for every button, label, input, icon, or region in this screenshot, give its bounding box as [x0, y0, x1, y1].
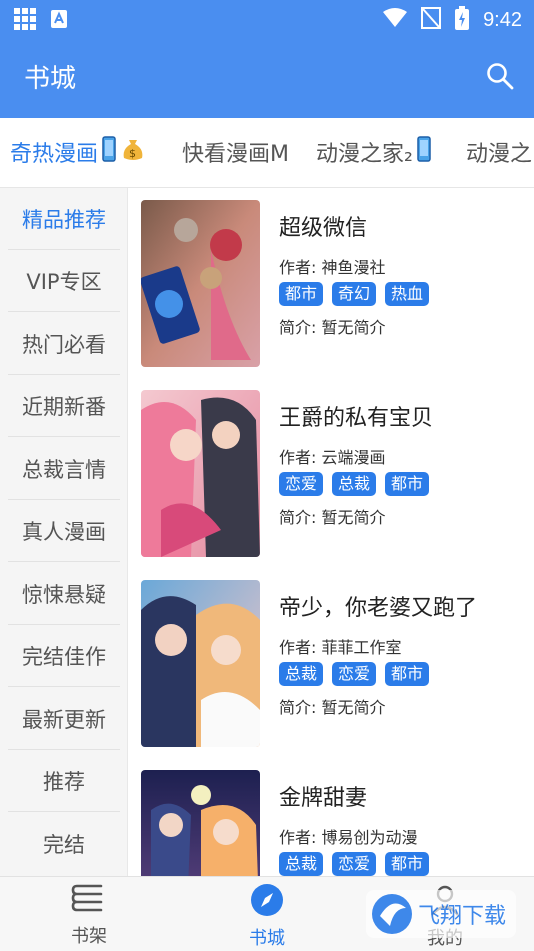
sidebar-item-live-action[interactable]: 真人漫画	[8, 500, 120, 562]
book-author: 作者: 菲菲工作室	[279, 638, 402, 657]
svg-text:$: $	[129, 147, 136, 160]
phone-icon	[417, 136, 431, 168]
tag-badge[interactable]: 都市	[279, 282, 324, 306]
sidebar-item-thriller[interactable]: 惊悚悬疑	[8, 563, 120, 625]
tag-badge[interactable]: 总裁	[279, 662, 324, 686]
book-tags: 总裁 恋爱 都市	[279, 662, 430, 686]
status-bar: 9:42	[0, 0, 534, 38]
book-intro: 简介: 暂无简介	[279, 698, 386, 717]
status-time: 9:42	[483, 8, 522, 31]
book-title: 超级微信	[279, 216, 368, 241]
book-cover[interactable]	[141, 580, 260, 747]
compass-icon	[250, 883, 284, 922]
nav-bookshelf[interactable]: 书架	[39, 883, 139, 948]
tag-badge[interactable]: 恋爱	[279, 472, 324, 496]
sidebar-item-hot[interactable]: 热门必看	[8, 313, 120, 375]
wifi-icon	[383, 8, 408, 32]
category-sidebar: 精品推荐 VIP专区 热门必看 近期新番 总裁言情 真人漫画 惊悚悬疑 完结佳作…	[0, 188, 128, 876]
sidebar-item-new-releases[interactable]: 近期新番	[8, 375, 120, 437]
tab-kuaikan-manhua[interactable]: 快看漫画M	[182, 136, 289, 168]
book-cover[interactable]	[141, 200, 260, 367]
book-cover[interactable]	[141, 390, 260, 557]
book-tags: 总裁 恋爱 都市	[279, 852, 430, 876]
tag-badge[interactable]: 总裁	[279, 852, 324, 876]
tag-badge[interactable]: 恋爱	[332, 662, 377, 686]
battery-charging-icon	[455, 6, 470, 34]
sidebar-item-featured[interactable]: 精品推荐	[8, 188, 120, 250]
tag-badge[interactable]: 都市	[385, 662, 430, 686]
book-author: 作者: 云端漫画	[279, 448, 386, 467]
book-title: 帝少，你老婆又跑了	[279, 596, 478, 621]
book-card[interactable]: 帝少，你老婆又跑了 作者: 菲菲工作室 总裁 恋爱 都市 简介: 暂无简介	[129, 568, 534, 758]
phone-icon	[102, 136, 116, 168]
tab-dongman-zhi-partial[interactable]: 动漫之	[466, 136, 532, 168]
money-bag-icon: $	[120, 136, 146, 168]
book-tags: 恋爱 总裁 都市	[279, 472, 430, 496]
book-title: 王爵的私有宝贝	[279, 406, 434, 431]
tab-dongman-zhijia[interactable]: 动漫之家₂	[316, 136, 431, 168]
book-card[interactable]: 金牌甜妻 作者: 博易创为动漫 总裁 恋爱 都市	[129, 758, 534, 876]
book-author: 作者: 神鱼漫社	[279, 258, 386, 277]
sidebar-item-recommended[interactable]: 推荐	[8, 750, 120, 812]
tag-badge[interactable]: 都市	[385, 472, 430, 496]
book-card[interactable]: 超级微信 作者: 神鱼漫社 都市 奇幻 热血 简介: 暂无简介	[129, 188, 534, 378]
book-title: 金牌甜妻	[279, 786, 368, 811]
tab-qire-manhua[interactable]: 奇热漫画 $	[10, 136, 146, 168]
source-tabs: 奇热漫画 $ 快看漫画M 动漫之家₂ 动漫之	[0, 118, 534, 188]
app-bar: 书城	[0, 38, 534, 118]
apps-grid-icon	[14, 8, 36, 34]
book-intro: 简介: 暂无简介	[279, 508, 386, 527]
tag-badge[interactable]: 奇幻	[332, 282, 377, 306]
sidebar-item-latest-updates[interactable]: 最新更新	[8, 688, 120, 750]
book-card[interactable]: 王爵的私有宝贝 作者: 云端漫画 恋爱 总裁 都市 简介: 暂无简介	[129, 378, 534, 568]
bookshelf-icon	[71, 883, 107, 920]
tag-badge[interactable]: 总裁	[332, 472, 377, 496]
book-list: 超级微信 作者: 神鱼漫社 都市 奇幻 热血 简介: 暂无简介 王爵的私有宝贝 …	[129, 188, 534, 876]
notification-icon	[50, 9, 68, 33]
nav-bookstore[interactable]: 书城	[217, 883, 317, 950]
sidebar-item-completed[interactable]: 完结	[8, 813, 120, 875]
book-tags: 都市 奇幻 热血	[279, 282, 430, 306]
search-icon[interactable]	[486, 62, 514, 94]
book-intro: 简介: 暂无简介	[279, 318, 386, 337]
watermark-text: 飞翔下载	[418, 904, 506, 929]
page-title: 书城	[24, 64, 77, 94]
tag-badge[interactable]: 恋爱	[332, 852, 377, 876]
sidebar-item-completed-best[interactable]: 完结佳作	[8, 625, 120, 687]
book-cover[interactable]	[141, 770, 260, 876]
sidebar-item-vip[interactable]: VIP专区	[8, 250, 120, 312]
tag-badge[interactable]: 都市	[385, 852, 430, 876]
sidebar-item-ceo-romance[interactable]: 总裁言情	[8, 438, 120, 500]
watermark-logo: 飞翔下载	[366, 886, 526, 942]
tag-badge[interactable]: 热血	[385, 282, 430, 306]
no-signal-icon	[421, 7, 442, 33]
book-author: 作者: 博易创为动漫	[279, 828, 418, 847]
